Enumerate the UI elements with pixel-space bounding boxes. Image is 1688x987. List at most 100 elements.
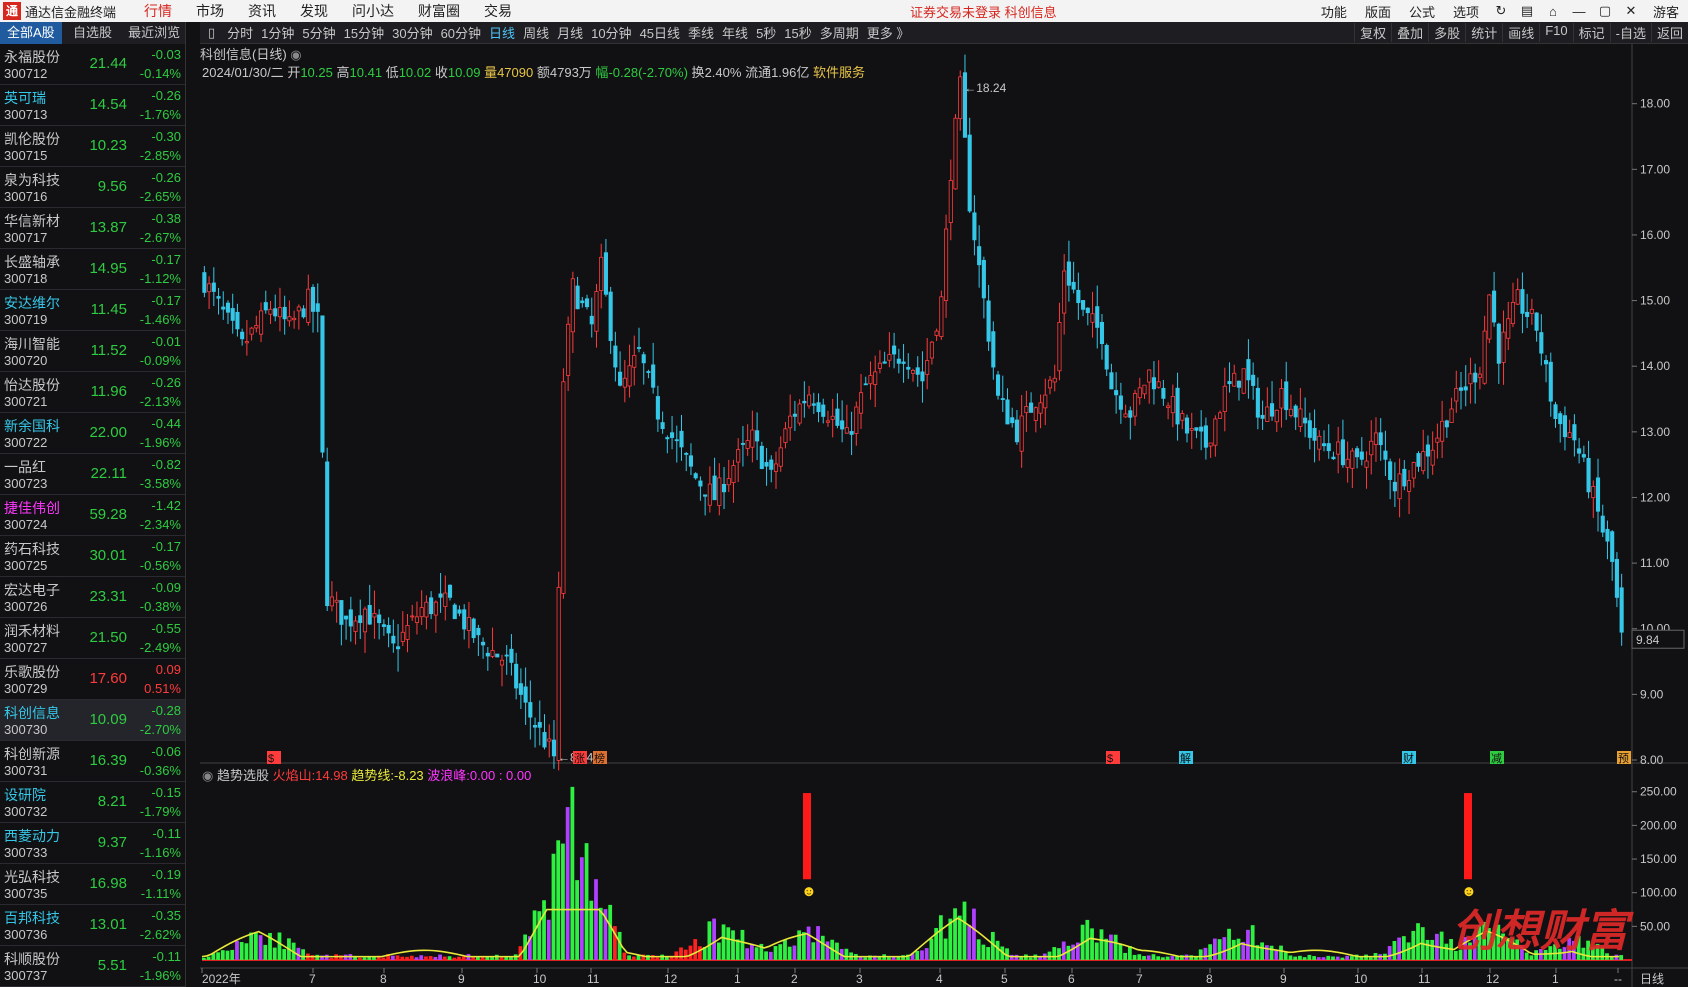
candle-body	[400, 631, 405, 642]
candle-body	[1449, 408, 1454, 423]
candle-body	[636, 347, 642, 349]
candle-body	[986, 300, 991, 342]
indicator-bar	[1170, 956, 1175, 960]
indicator-bar	[1071, 944, 1076, 960]
indicator-bar	[428, 956, 433, 960]
candle-body	[613, 345, 618, 368]
x-tick-label: 9	[1280, 972, 1287, 986]
candle-body	[1246, 359, 1251, 381]
candle-body	[925, 360, 930, 375]
candle-body	[443, 592, 448, 608]
candle-body	[821, 404, 826, 417]
candle-body	[835, 408, 840, 426]
event-marker-label: $	[1107, 753, 1113, 765]
candle-body	[854, 406, 859, 434]
indicator-bar	[442, 956, 447, 960]
candle-body	[1175, 387, 1180, 425]
candle-body	[462, 609, 467, 630]
candle-body	[1477, 373, 1482, 378]
indicator-bar	[972, 908, 976, 960]
status-period: 日线	[1640, 972, 1664, 986]
price-chart[interactable]: 18.0017.0016.0015.0014.0013.0012.0011.00…	[0, 0, 1688, 987]
candle-body	[358, 615, 363, 624]
indicator-bar	[1260, 942, 1265, 960]
indicator-bar	[594, 879, 598, 960]
candle-body	[1473, 372, 1478, 383]
candle-body	[244, 341, 249, 344]
y-tick-label: 12.00	[1640, 490, 1670, 504]
candle-body	[906, 366, 911, 370]
candle-body	[1421, 451, 1426, 472]
indicator-bar	[750, 943, 754, 960]
signal-bar	[803, 793, 811, 880]
candle-body	[599, 256, 604, 291]
indicator-bar	[1274, 950, 1279, 960]
candle-body	[1487, 294, 1492, 340]
candle-body	[566, 323, 571, 376]
indicator-bar	[1312, 956, 1316, 960]
indicator-bar	[1349, 956, 1354, 960]
candle-body	[1595, 477, 1601, 512]
candle-body	[523, 686, 528, 703]
candle-body	[877, 362, 882, 369]
indicator-bar	[301, 949, 305, 960]
indicator-bar	[735, 939, 740, 960]
indicator-bar	[1250, 925, 1255, 960]
indicator-bar	[235, 940, 239, 960]
signal-bar	[1464, 793, 1472, 880]
event-marker-label: $	[268, 753, 274, 765]
candle-body	[1548, 361, 1553, 402]
candle-body	[339, 600, 344, 625]
indicator-bar	[1283, 952, 1288, 960]
indicator-bar	[598, 907, 603, 960]
indicator-bar	[1146, 955, 1151, 960]
event-marker-label: 预	[1618, 752, 1629, 765]
indicator-bar	[1208, 944, 1213, 960]
candle-body	[1081, 300, 1086, 310]
indicator-bar	[1264, 945, 1269, 960]
candle-body	[887, 354, 892, 361]
candle-body	[1232, 372, 1237, 387]
candle-body	[849, 431, 854, 435]
candle-body	[570, 278, 575, 333]
candle-body	[1189, 428, 1194, 431]
candle-body	[655, 396, 660, 420]
candle-body	[580, 300, 585, 304]
candle-body	[1038, 402, 1043, 414]
indicator-bar	[887, 957, 891, 960]
candle-body	[1184, 417, 1190, 434]
candle-body	[1047, 379, 1053, 389]
indicator-bar	[277, 932, 282, 960]
indicator-bar	[1014, 954, 1019, 960]
indicator-y-label: 250.00	[1640, 785, 1677, 799]
candle-body	[665, 437, 670, 440]
indicator-bar	[820, 935, 825, 960]
candle-body	[915, 367, 920, 375]
candle-body	[641, 354, 646, 364]
indicator-bar	[646, 954, 650, 960]
candle-body	[1132, 393, 1138, 417]
indicator-bar	[863, 957, 868, 960]
indicator-bar	[542, 900, 546, 960]
indicator-bar	[1340, 957, 1345, 960]
indicator-bar	[981, 944, 986, 960]
candle-body	[1170, 396, 1175, 414]
candle-body	[457, 609, 462, 614]
indicator-bar	[1028, 957, 1033, 960]
indicator-bar	[1156, 956, 1161, 960]
candle-body	[1468, 373, 1473, 385]
candle-body	[528, 702, 533, 718]
candle-body	[807, 394, 812, 407]
indicator-bar	[414, 957, 419, 960]
candle-body	[750, 429, 755, 448]
candle-body	[277, 307, 283, 318]
indicator-bar	[929, 938, 934, 960]
candle-body	[1222, 385, 1227, 412]
indicator-bar	[272, 947, 277, 960]
candle-body	[485, 652, 490, 657]
candle-body	[1520, 289, 1525, 314]
indicator-bar	[1009, 954, 1014, 960]
candle-body	[651, 364, 656, 388]
candle-body	[429, 597, 434, 615]
indicator-bar	[409, 955, 414, 960]
